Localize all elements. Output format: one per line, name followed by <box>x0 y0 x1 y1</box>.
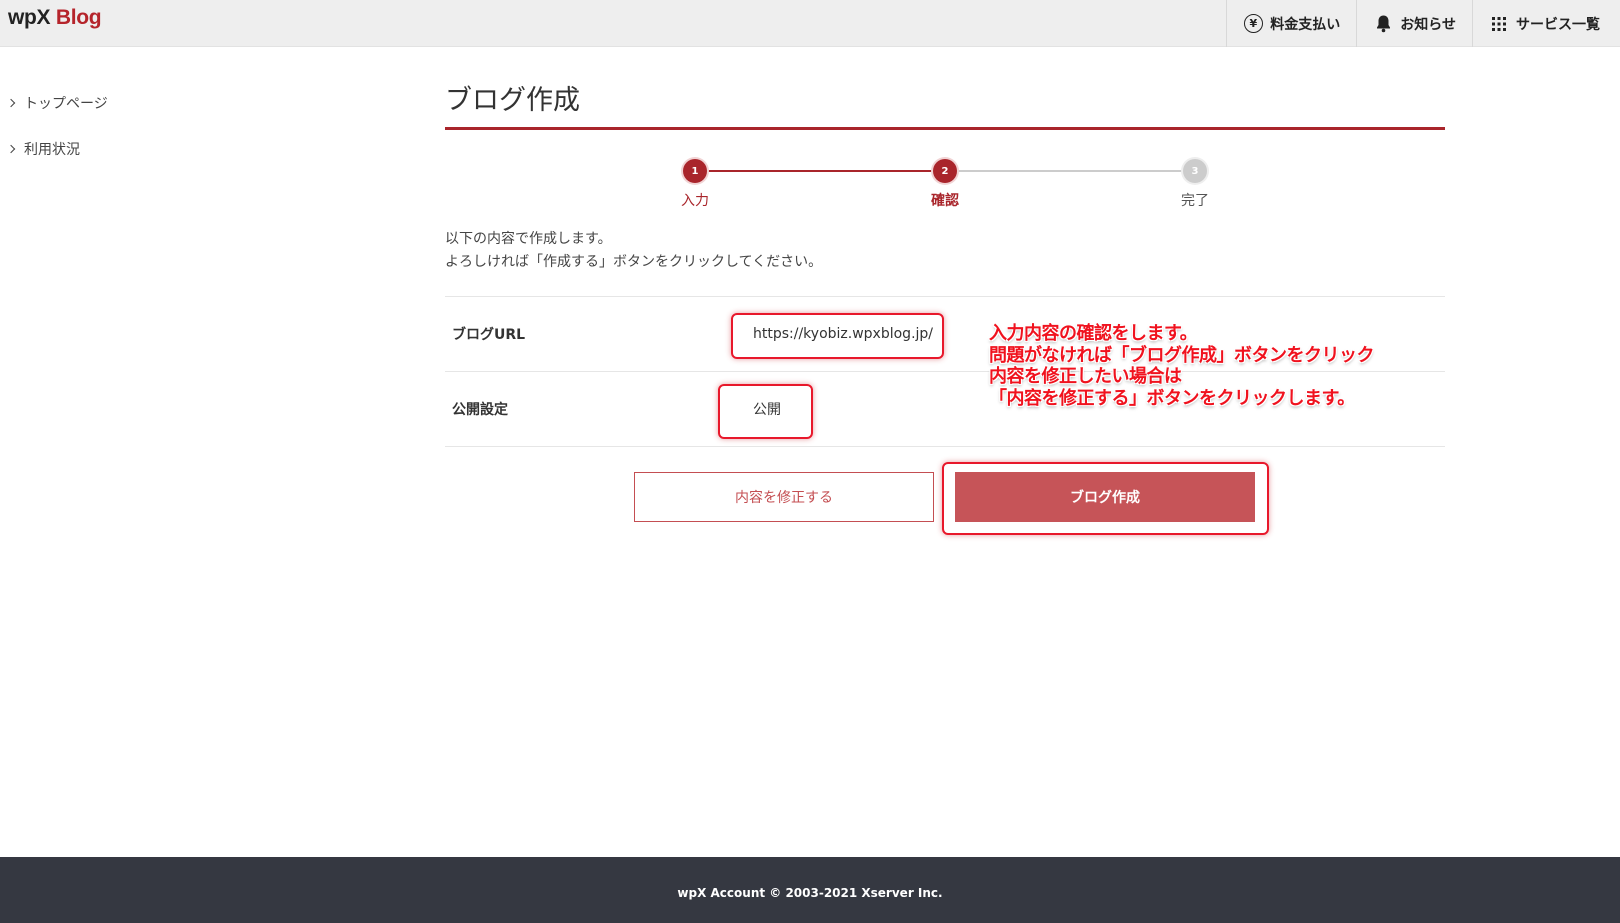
header-nav-services[interactable]: サービス一覧 <box>1472 0 1616 47</box>
step-label: 完了 <box>1181 193 1209 209</box>
step-label: 入力 <box>681 193 709 209</box>
sidebar: トップページ 利用状況 <box>0 92 200 184</box>
step-label: 確認 <box>931 193 959 209</box>
footer: wpX Account © 2003-2021 Xserver Inc. <box>0 857 1620 923</box>
sidebar-item-usage[interactable]: 利用状況 <box>0 138 200 160</box>
header-nav-notices-label: お知らせ <box>1400 16 1456 33</box>
grid-icon <box>1489 14 1509 34</box>
main-content: ブログ作成 1 入力 2 確認 3 完了 以下の内容で作成します。 よろしければ… <box>445 78 1445 547</box>
header-nav-payment[interactable]: ¥ 料金支払い <box>1226 0 1356 47</box>
step-number: 2 <box>933 159 957 183</box>
sidebar-item-label: 利用状況 <box>24 142 80 158</box>
row-value-visibility: 公開 <box>753 402 781 418</box>
step-number: 3 <box>1183 159 1207 183</box>
sidebar-item-top-page[interactable]: トップページ <box>0 92 200 114</box>
logo-blog-text: Blog <box>55 6 102 29</box>
sidebar-item-label: トップページ <box>24 96 108 112</box>
header-nav-services-label: サービス一覧 <box>1516 16 1600 33</box>
action-buttons: 内容を修正する ブログ作成 <box>445 447 1445 547</box>
footer-copyright: wpX Account © 2003-2021 Xserver Inc. <box>677 886 943 900</box>
header-nav-notices[interactable]: お知らせ <box>1356 0 1472 47</box>
bell-icon <box>1373 14 1393 34</box>
annotation-line-1: 入力内容の確認をします。 <box>989 323 1198 344</box>
create-blog-button[interactable]: ブログ作成 <box>955 472 1255 522</box>
header-nav-payment-label: 料金支払い <box>1270 16 1341 33</box>
step-complete: 3 完了 <box>1155 159 1235 210</box>
page-title: ブログ作成 <box>445 85 580 116</box>
annotation-line-2: 問題がなければ「ブログ作成」ボタンをクリック <box>989 344 1375 366</box>
step-number: 1 <box>683 159 707 183</box>
chevron-right-icon <box>6 144 16 154</box>
intro-text: 以下の内容で作成します。 よろしければ「作成する」ボタンをクリックしてください。 <box>445 228 1445 274</box>
row-value-blog-url: https://kyobiz.wpxblog.jp/ <box>753 326 934 342</box>
step-input: 1 入力 <box>655 159 735 210</box>
edit-content-button[interactable]: 内容を修正する <box>634 472 934 522</box>
intro-line-1: 以下の内容で作成します。 <box>445 231 612 247</box>
annotation-note: 入力内容の確認をします。 問題がなければ「ブログ作成」ボタンをクリック 内容を修… <box>989 323 1375 409</box>
annotation-line-3: 内容を修正したい場合は <box>989 366 1182 387</box>
wpx-blog-logo[interactable]: wpX Blog <box>8 6 102 30</box>
chevron-right-icon <box>6 98 16 108</box>
progress-steps: 1 入力 2 確認 3 完了 <box>445 130 1445 220</box>
top-header: wpX Blog ¥ 料金支払い お知らせ サービス一覧 <box>0 0 1620 47</box>
header-nav: ¥ 料金支払い お知らせ サービス一覧 <box>1226 0 1616 47</box>
step-confirm: 2 確認 <box>905 159 985 210</box>
annotation-line-4: 「内容を修正する」ボタンをクリックします。 <box>989 387 1355 409</box>
row-label: ブログURL <box>452 327 526 343</box>
row-label: 公開設定 <box>452 402 508 418</box>
yen-icon: ¥ <box>1243 14 1263 34</box>
intro-line-2: よろしければ「作成する」ボタンをクリックしてください。 <box>445 254 823 270</box>
logo-wpx-text: wpX <box>8 6 51 29</box>
